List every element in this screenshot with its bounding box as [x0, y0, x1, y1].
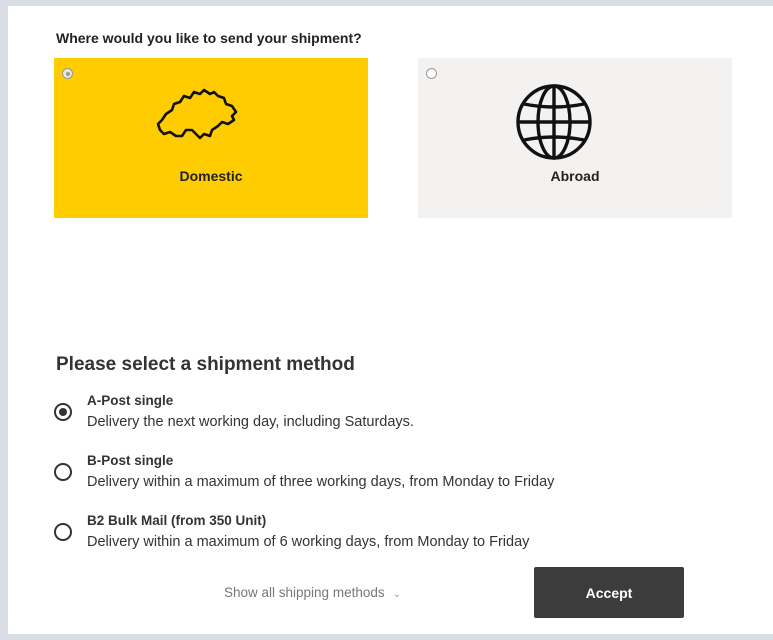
domestic-label: Domestic: [179, 168, 243, 184]
method-name: B2 Bulk Mail (from 350 Unit): [87, 513, 267, 528]
method-heading: Please select a shipment method: [56, 354, 355, 375]
b2-bulk-radio[interactable]: [54, 523, 72, 541]
switzerland-map-icon: [156, 88, 238, 140]
method-option-a-post[interactable]: A-Post single Delivery the next working …: [52, 393, 742, 449]
method-description: Delivery the next working day, including…: [87, 414, 414, 430]
method-name: B-Post single: [87, 453, 174, 468]
method-description: Delivery within a maximum of three worki…: [87, 474, 555, 490]
chevron-down-icon: ⌄: [392, 589, 401, 600]
domestic-radio[interactable]: [62, 68, 73, 79]
destination-option-domestic[interactable]: Domestic: [54, 58, 368, 218]
a-post-radio[interactable]: [54, 403, 72, 421]
method-option-b2-bulk[interactable]: B2 Bulk Mail (from 350 Unit) Delivery wi…: [52, 513, 742, 569]
abroad-label: Abroad: [550, 168, 600, 184]
b-post-radio[interactable]: [54, 463, 72, 481]
method-option-b-post[interactable]: B-Post single Delivery within a maximum …: [52, 453, 742, 509]
show-all-label: Show all shipping methods: [224, 585, 385, 600]
method-name: A-Post single: [87, 393, 174, 408]
method-description: Delivery within a maximum of 6 working d…: [87, 534, 530, 550]
show-all-methods-link[interactable]: Show all shipping methods ⌄: [224, 585, 401, 600]
destination-question: Where would you like to send your shipme…: [56, 30, 362, 46]
accept-button[interactable]: Accept: [534, 567, 684, 618]
abroad-radio[interactable]: [426, 68, 437, 79]
destination-option-abroad[interactable]: Abroad: [418, 58, 732, 218]
shipment-panel: Where would you like to send your shipme…: [8, 6, 773, 634]
globe-icon: [516, 84, 592, 160]
